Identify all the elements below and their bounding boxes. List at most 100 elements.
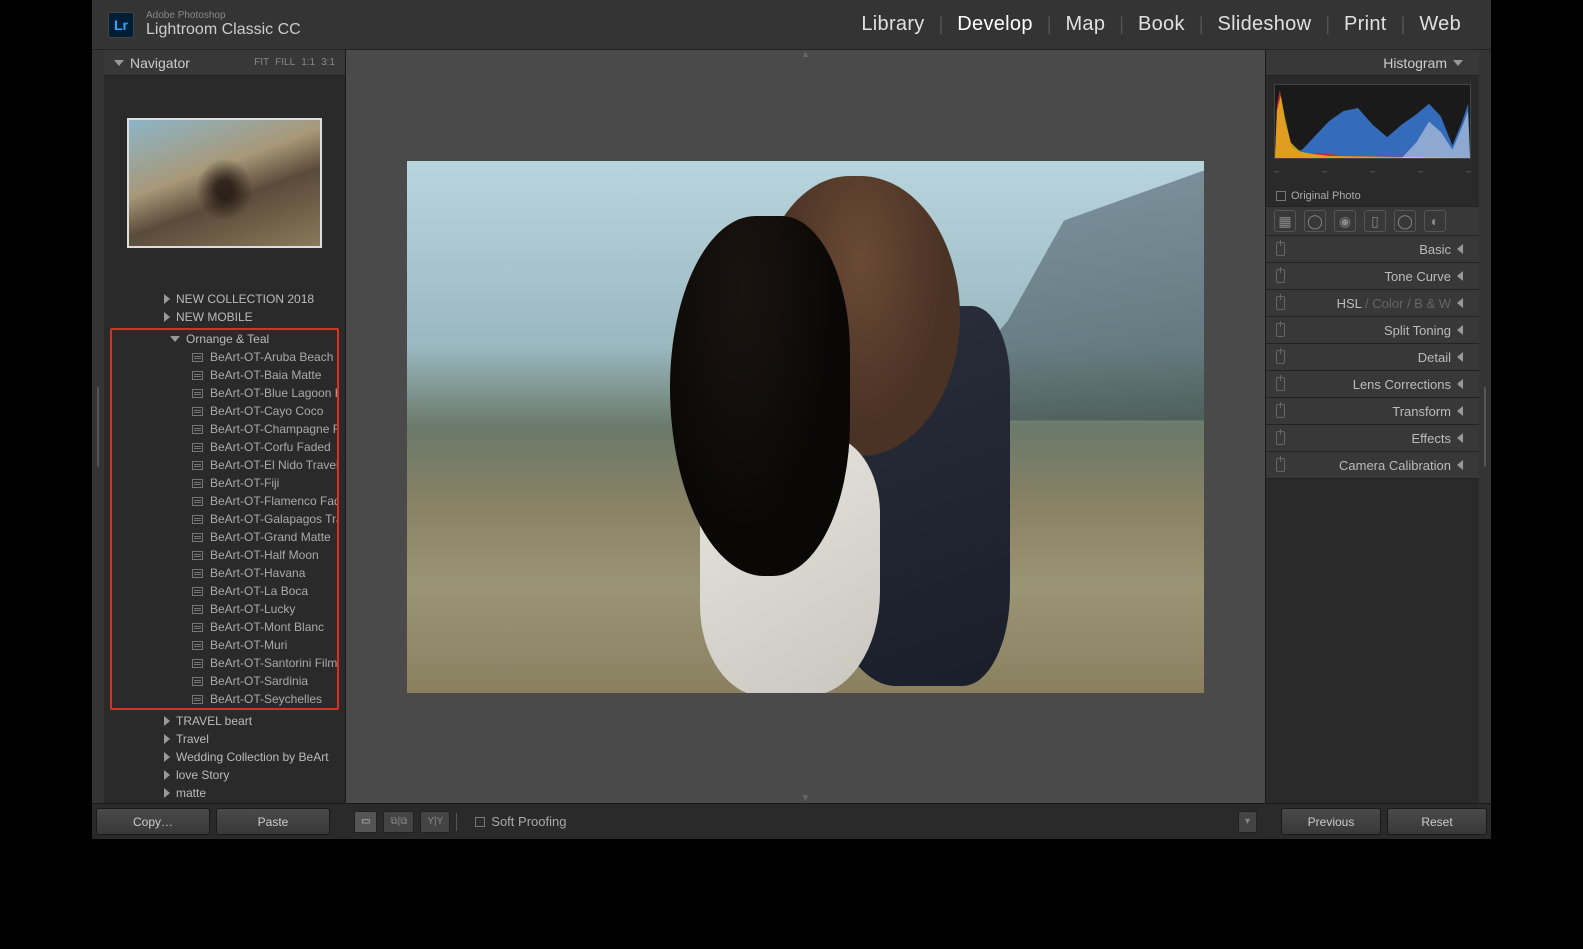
zoom-3:1[interactable]: 3:1 [321, 57, 335, 68]
preset-item[interactable]: BeArt-OT-Corfu Faded [112, 438, 337, 456]
module-web[interactable]: Web [1405, 13, 1475, 36]
preset-item[interactable]: BeArt-OT-Champagne Fas… [112, 420, 337, 438]
brush-tool-icon[interactable]: ◐ [1424, 210, 1446, 232]
preset-folder[interactable]: Travel [106, 730, 343, 748]
panel-switch-icon[interactable] [1276, 404, 1285, 418]
preset-item[interactable]: BeArt-OT-Flamenco Faded [112, 492, 337, 510]
collapse-top-icon[interactable]: ▲ [801, 49, 811, 60]
footer-left: Copy… Paste [92, 804, 334, 839]
histogram-header[interactable]: Histogram [1266, 50, 1479, 76]
left-grip[interactable] [92, 50, 104, 803]
chevron-right-icon [164, 788, 170, 798]
preset-folder[interactable]: NEW MOBILE [106, 308, 343, 326]
adjust-panel-lens-corrections[interactable]: Lens Corrections [1266, 371, 1479, 398]
chevron-left-icon [1457, 325, 1463, 335]
radial-tool-icon[interactable]: ◯ [1394, 210, 1416, 232]
original-photo-toggle[interactable]: Original Photo [1266, 186, 1479, 206]
gradient-tool-icon[interactable]: ▯ [1364, 210, 1386, 232]
canvas-area[interactable]: ▲ ▼ [346, 50, 1265, 803]
preset-item[interactable]: BeArt-OT-Lucky [112, 600, 337, 618]
module-print[interactable]: Print [1330, 13, 1401, 36]
panel-title: Detail [1418, 350, 1451, 365]
module-slideshow[interactable]: Slideshow [1203, 13, 1325, 36]
navigator-header[interactable]: Navigator FITFILL1:13:1 [104, 50, 345, 76]
redeye-tool-icon[interactable]: ◉ [1334, 210, 1356, 232]
preset-item[interactable]: BeArt-OT-El Nido Travel [112, 456, 337, 474]
preset-item[interactable]: BeArt-OT-Galapagos Trave… [112, 510, 337, 528]
preset-item[interactable]: BeArt-OT-Grand Matte [112, 528, 337, 546]
spot-tool-icon[interactable]: ◯ [1304, 210, 1326, 232]
panel-switch-icon[interactable] [1276, 350, 1285, 364]
reset-button[interactable]: Reset [1387, 808, 1487, 835]
preset-icon [192, 605, 203, 614]
preset-item[interactable]: BeArt-OT-Mont Blanc [112, 618, 337, 636]
preset-folder[interactable]: TRAVEL beart [106, 712, 343, 730]
preset-icon [192, 587, 203, 596]
right-grip[interactable] [1479, 50, 1491, 803]
preset-folder[interactable]: NEW COLLECTION 2018 [106, 290, 343, 308]
loupe-view-button[interactable]: ▭ [354, 811, 377, 833]
preset-item[interactable]: BeArt-OT-La Boca [112, 582, 337, 600]
left-panel: Navigator FITFILL1:13:1 NEW COLLECTION 2… [104, 50, 346, 803]
zoom-1:1[interactable]: 1:1 [301, 57, 315, 68]
preset-item[interactable]: BeArt-OT-Aruba Beach [112, 348, 337, 366]
module-develop[interactable]: Develop [943, 13, 1046, 36]
preset-item[interactable]: BeArt-OT-Havana [112, 564, 337, 582]
preset-folder[interactable]: matte [106, 784, 343, 802]
previous-button[interactable]: Previous [1281, 808, 1381, 835]
preset-label: BeArt-OT-Baia Matte [210, 368, 321, 382]
before-after-lr-button[interactable]: ⧉|⧉ [383, 811, 414, 833]
footer-bar: Copy… Paste ▭ ⧉|⧉ Y|Y Soft Proofing ▾ Pr… [92, 803, 1491, 839]
adjust-panel-transform[interactable]: Transform [1266, 398, 1479, 425]
preset-item[interactable]: BeArt-OT-Seychelles [112, 690, 337, 708]
chevron-right-icon [164, 770, 170, 780]
adjust-panel-split-toning[interactable]: Split Toning [1266, 317, 1479, 344]
preset-item[interactable]: BeArt-OT-Santorini Film [112, 654, 337, 672]
filmstrip-mode-button[interactable]: ▾ [1238, 811, 1257, 833]
preset-item[interactable]: BeArt-OT-Blue Lagoon HDR [112, 384, 337, 402]
panel-switch-icon[interactable] [1276, 296, 1285, 310]
zoom-fit[interactable]: FIT [254, 57, 269, 68]
preset-item[interactable]: BeArt-OT-Baia Matte [112, 366, 337, 384]
adjust-panel-tone-curve[interactable]: Tone Curve [1266, 263, 1479, 290]
preset-folder[interactable]: Wedding Collection by BeArt [106, 748, 343, 766]
zoom-fill[interactable]: FILL [275, 57, 295, 68]
panel-switch-icon[interactable] [1276, 377, 1285, 391]
checkbox-icon[interactable] [475, 817, 485, 827]
before-after-yy-button[interactable]: Y|Y [420, 811, 450, 833]
preset-label: BeArt-OT-Grand Matte [210, 530, 331, 544]
preset-item[interactable]: BeArt-OT-Fiji [112, 474, 337, 492]
adjust-panel-effects[interactable]: Effects [1266, 425, 1479, 452]
panel-switch-icon[interactable] [1276, 242, 1285, 256]
preset-icon [192, 533, 203, 542]
module-map[interactable]: Map [1051, 13, 1119, 36]
preset-item[interactable]: BeArt-OT-Cayo Coco [112, 402, 337, 420]
preset-folder[interactable]: Ornange & Teal [112, 330, 337, 348]
module-book[interactable]: Book [1124, 13, 1199, 36]
preset-folder[interactable]: love Story [106, 766, 343, 784]
preset-icon [192, 479, 203, 488]
preset-label: BeArt-OT-La Boca [210, 584, 308, 598]
preset-item[interactable]: BeArt-OT-Sardinia [112, 672, 337, 690]
brand-text: Adobe Photoshop Lightroom Classic CC [146, 10, 301, 39]
navigator-preview[interactable] [104, 76, 345, 290]
crop-tool-icon[interactable]: ▦ [1274, 210, 1296, 232]
preset-item[interactable]: BeArt-OT-Half Moon [112, 546, 337, 564]
panel-title: HSL / Color / B & W [1337, 296, 1451, 311]
panel-switch-icon[interactable] [1276, 323, 1285, 337]
chevron-right-icon [164, 312, 170, 322]
collapse-bottom-icon[interactable]: ▼ [801, 793, 811, 804]
adjust-panel-detail[interactable]: Detail [1266, 344, 1479, 371]
panel-switch-icon[interactable] [1276, 431, 1285, 445]
preset-item[interactable]: BeArt-OT-Muri [112, 636, 337, 654]
panel-switch-icon[interactable] [1276, 269, 1285, 283]
adjust-panel-camera-calibration[interactable]: Camera Calibration [1266, 452, 1479, 479]
soft-proofing-toggle[interactable]: Soft Proofing [475, 814, 566, 829]
copy-button[interactable]: Copy… [96, 808, 210, 835]
panel-switch-icon[interactable] [1276, 458, 1285, 472]
paste-button[interactable]: Paste [216, 808, 330, 835]
checkbox-icon[interactable] [1276, 191, 1286, 201]
adjust-panel-basic[interactable]: Basic [1266, 236, 1479, 263]
adjust-panel-hsl-color-b-w[interactable]: HSL / Color / B & W [1266, 290, 1479, 317]
module-library[interactable]: Library [847, 13, 938, 36]
